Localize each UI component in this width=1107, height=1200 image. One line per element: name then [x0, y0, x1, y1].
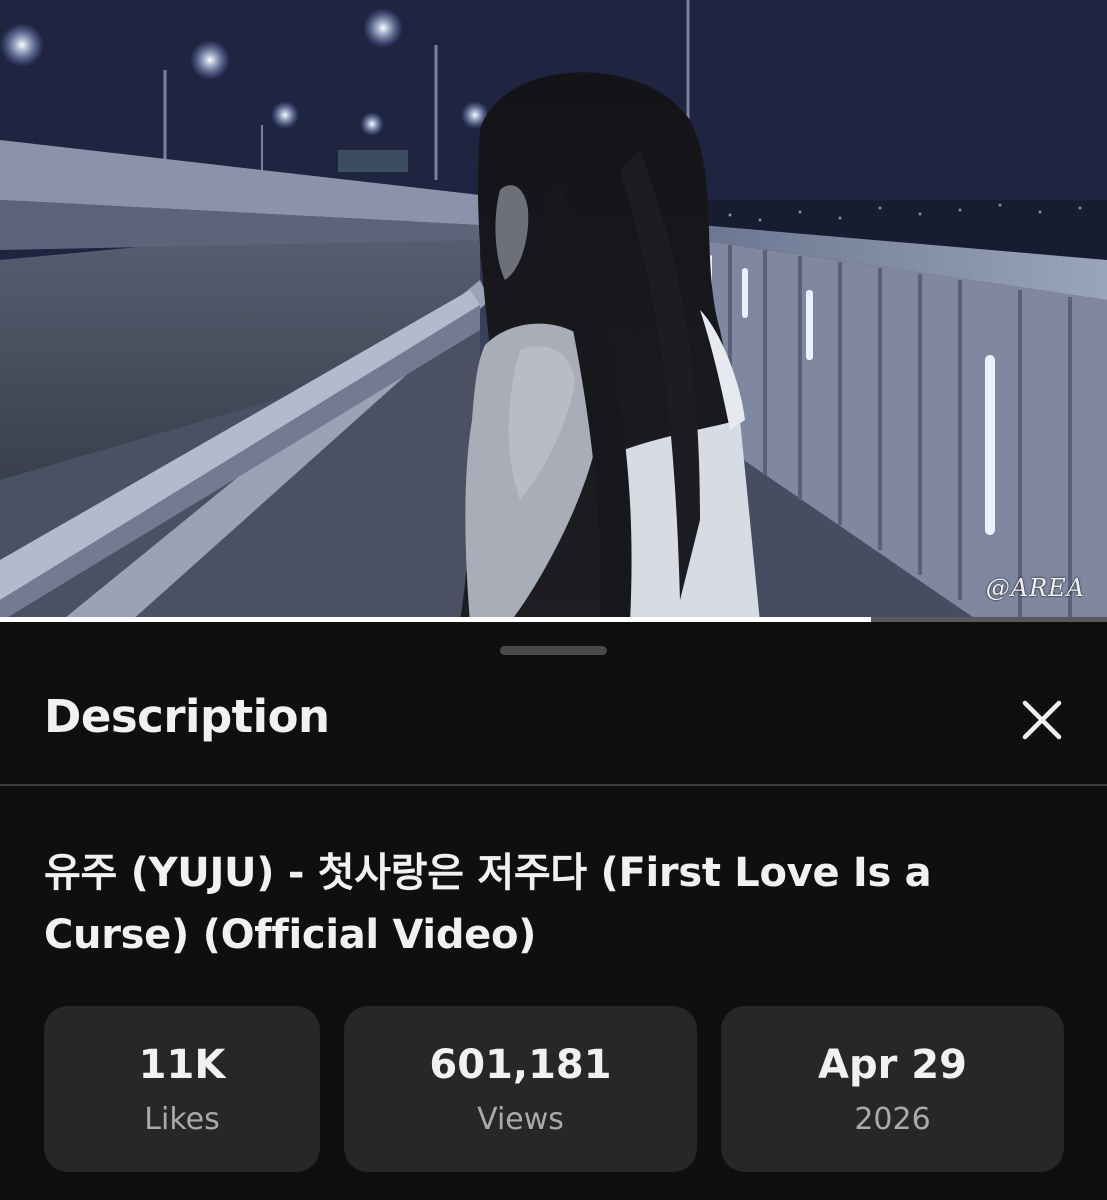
publish-date: Apr 29	[818, 1042, 967, 1088]
views-stat: 601,181 Views	[344, 1006, 697, 1172]
video-frame	[0, 0, 1107, 622]
stats-row: 11K Likes 601,181 Views Apr 29 2026	[44, 1006, 1064, 1172]
header-divider	[0, 784, 1107, 786]
likes-count: 11K	[138, 1042, 226, 1088]
sheet-drag-handle[interactable]	[500, 646, 607, 655]
close-icon	[1022, 700, 1062, 740]
description-sheet: Description 유주 (YUJU) - 첫사랑은 저주다 (First …	[0, 622, 1107, 1200]
likes-label: Likes	[144, 1102, 220, 1137]
views-label: Views	[477, 1102, 564, 1137]
publish-year: 2026	[854, 1102, 931, 1137]
close-button[interactable]	[1012, 694, 1072, 746]
likes-stat: 11K Likes	[44, 1006, 320, 1172]
video-player[interactable]: @AREA	[0, 0, 1107, 622]
date-stat: Apr 29 2026	[721, 1006, 1064, 1172]
views-count: 601,181	[429, 1042, 612, 1088]
sheet-title: Description	[44, 690, 330, 743]
channel-watermark: @AREA	[985, 574, 1085, 602]
video-title: 유주 (YUJU) - 첫사랑은 저주다 (First Love Is a Cu…	[44, 850, 932, 958]
